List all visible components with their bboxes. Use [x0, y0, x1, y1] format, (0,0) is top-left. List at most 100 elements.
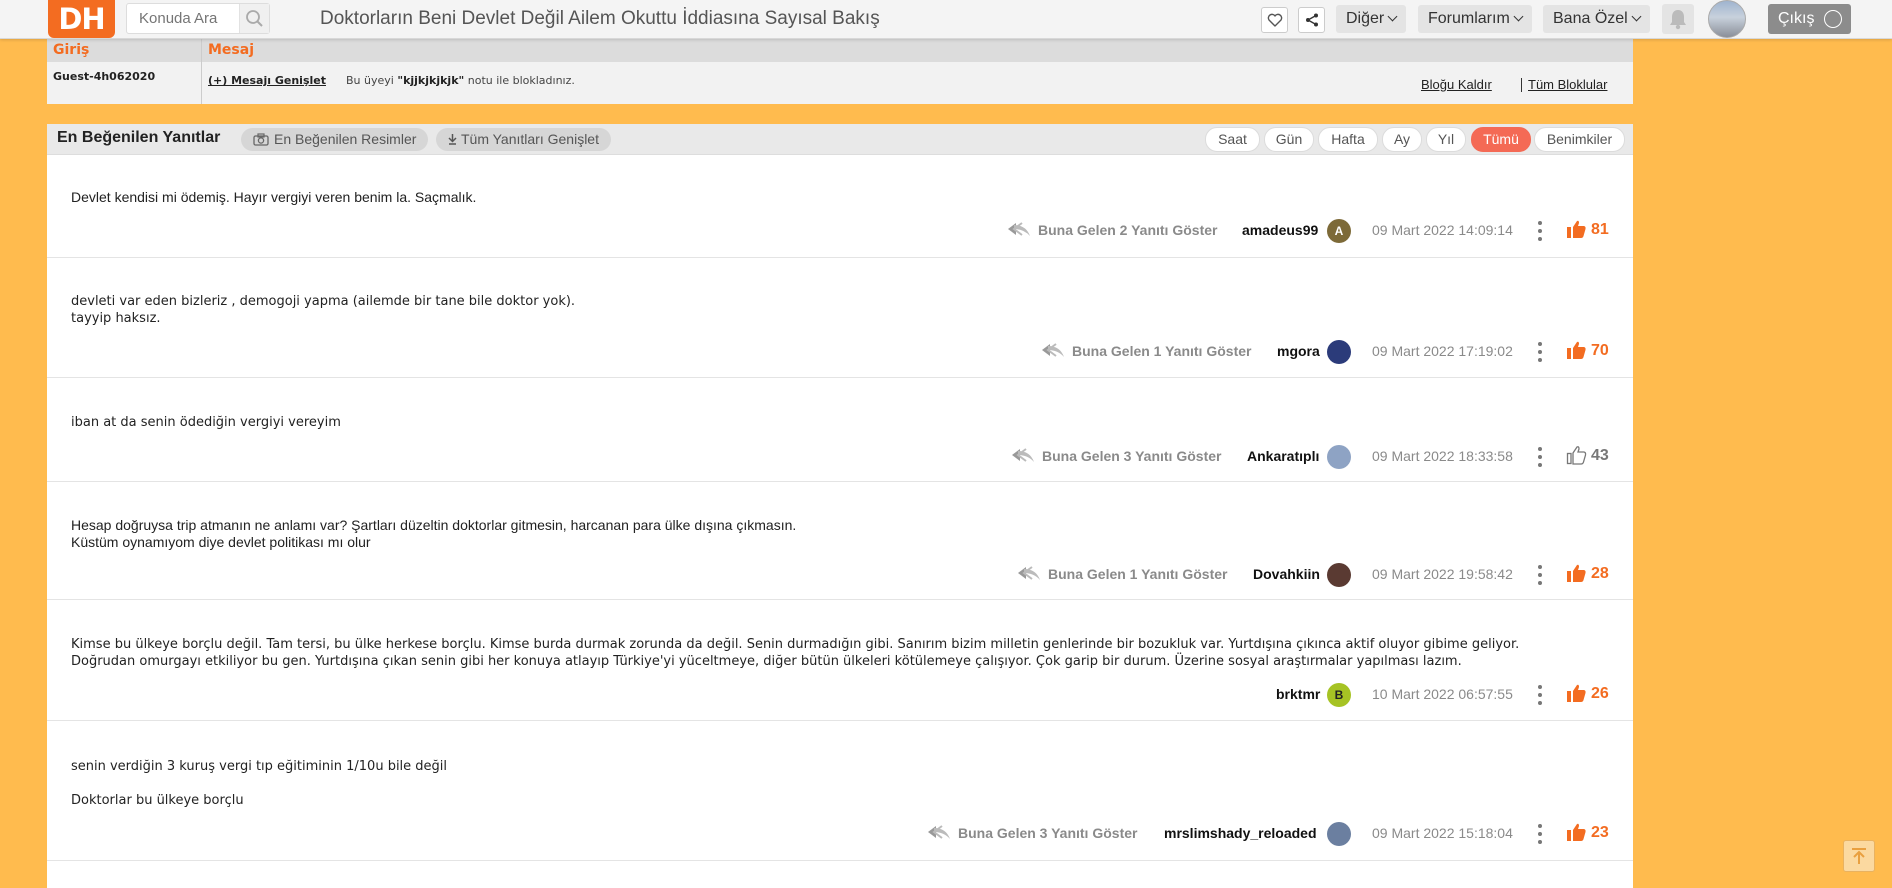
reply-avatar[interactable]: [1327, 445, 1351, 469]
filter-month[interactable]: Ay: [1382, 127, 1422, 152]
logout-button[interactable]: Çıkış: [1768, 4, 1851, 34]
reply-icon: [1008, 222, 1030, 236]
blocked-message-row: Giriş Mesaj Guest-4h062020 (+) Mesajı Ge…: [47, 39, 1633, 104]
bell-icon: [1670, 10, 1686, 30]
show-replies-label: Buna Gelen 2 Yanıtı Göster: [1038, 222, 1218, 238]
filter-week[interactable]: Hafta: [1318, 127, 1378, 152]
like-button[interactable]: 70: [1566, 341, 1609, 360]
like-button[interactable]: 26: [1566, 684, 1609, 703]
reply-username[interactable]: amadeus99: [1242, 222, 1318, 238]
reply-username[interactable]: Dovahkiin: [1253, 566, 1320, 582]
menu-other-label: Diğer: [1346, 10, 1385, 27]
reply-icon: [928, 825, 950, 839]
thumbs-up-icon: [1567, 684, 1586, 702]
kebab-icon[interactable]: [1538, 565, 1542, 585]
notice-suffix: notu ile blokladınız.: [467, 74, 575, 87]
reply-text: devleti var eden bizleriz , demogoji yap…: [71, 294, 576, 326]
blocked-notice: Bu üyeyi "kjjkjkjkjk" notu ile blokladın…: [346, 74, 575, 87]
search-button[interactable]: [239, 4, 269, 33]
show-replies-button[interactable]: Buna Gelen 1 Yanıtı Göster: [1016, 566, 1227, 582]
column-entry: Giriş: [53, 42, 90, 58]
reply-date: 10 Mart 2022 06:57:55: [1372, 686, 1513, 702]
show-replies-button[interactable]: Buna Gelen 1 Yanıtı Göster: [1040, 343, 1251, 359]
page-title: Doktorların Beni Devlet Değil Ailem Okut…: [320, 8, 880, 29]
unblock-link[interactable]: Bloğu Kaldır: [1421, 77, 1492, 92]
menu-my-forums[interactable]: Forumlarım: [1418, 5, 1532, 33]
favorite-button[interactable]: [1261, 7, 1288, 33]
filter-day[interactable]: Gün: [1264, 127, 1314, 152]
notifications-button[interactable]: [1662, 4, 1694, 34]
chevron-down-icon: [1387, 11, 1398, 22]
kebab-icon[interactable]: [1538, 447, 1542, 467]
scroll-top-icon: [1852, 848, 1866, 864]
camera-icon: [253, 133, 269, 146]
scroll-to-top-button[interactable]: [1843, 840, 1875, 872]
menu-my-forums-label: Forumlarım: [1428, 10, 1510, 27]
like-button[interactable]: 28: [1566, 564, 1609, 583]
menu-for-me-label: Bana Özel: [1553, 10, 1628, 27]
share-icon: [1305, 13, 1318, 27]
menu-for-me[interactable]: Bana Özel: [1543, 5, 1650, 33]
show-replies-button[interactable]: Buna Gelen 2 Yanıtı Göster: [1006, 222, 1217, 238]
reply-date: 09 Mart 2022 14:09:14: [1372, 222, 1513, 238]
like-button[interactable]: 81: [1566, 220, 1609, 239]
kebab-icon[interactable]: [1538, 342, 1542, 362]
reply-avatar[interactable]: B: [1327, 683, 1351, 707]
thumbs-up-icon: [1567, 564, 1586, 582]
download-icon: [448, 134, 457, 145]
chevron-down-icon: [1513, 11, 1524, 22]
reply-item: Kimse bu ülkeye borçlu değil. Tam tersi,…: [47, 600, 1633, 721]
expand-message-link[interactable]: (+) Mesajı Genişlet: [208, 74, 326, 87]
show-replies-button[interactable]: Buna Gelen 3 Yanıtı Göster: [1010, 448, 1221, 464]
filter-year[interactable]: Yıl: [1426, 127, 1466, 152]
reply-username[interactable]: Ankaratıplı: [1247, 448, 1319, 464]
like-button[interactable]: 23: [1566, 823, 1609, 842]
reply-date: 09 Mart 2022 19:58:42: [1372, 566, 1513, 582]
search-input[interactable]: [127, 4, 241, 33]
reply-item: senin verdiğin 3 kuruş vergi tıp eğitimi…: [47, 721, 1633, 861]
filter-mine[interactable]: Benimkiler: [1534, 127, 1625, 152]
column-divider: [201, 39, 202, 104]
blocked-header: Giriş Mesaj: [47, 39, 1633, 62]
reply-avatar[interactable]: [1327, 563, 1351, 587]
replies-header: En Beğenilen Yanıtlar En Beğenilen Resim…: [47, 124, 1633, 155]
filter-hour[interactable]: Saat: [1205, 127, 1260, 152]
expand-all-replies-button[interactable]: Tüm Yanıtları Genişlet: [436, 128, 611, 151]
site-logo[interactable]: DH: [48, 0, 115, 38]
most-liked-images-button[interactable]: En Beğenilen Resimler: [241, 128, 429, 151]
reply-item: Hesap doğruysa trip atmanın ne anlamı va…: [47, 482, 1633, 600]
reply-avatar[interactable]: [1327, 822, 1351, 846]
logout-icon: [1824, 10, 1842, 28]
reply-text: Devlet kendisi mi ödemiş. Hayır vergiyi …: [71, 189, 477, 205]
filter-all[interactable]: Tümü: [1471, 127, 1531, 152]
kebab-icon[interactable]: [1538, 824, 1542, 844]
reply-username[interactable]: mgora: [1277, 343, 1320, 359]
show-replies-button[interactable]: Buna Gelen 3 Yanıtı Göster: [926, 825, 1137, 841]
reply-username[interactable]: mrslimshady_reloaded: [1164, 825, 1317, 841]
reply-item: Devlet kendisi mi ödemiş. Hayır vergiyi …: [47, 155, 1633, 258]
menu-other[interactable]: Diğer: [1336, 5, 1407, 33]
kebab-icon[interactable]: [1538, 221, 1542, 241]
user-avatar[interactable]: [1708, 0, 1746, 38]
top-bar: DH Doktorların Beni Devlet Değil Ailem O…: [0, 0, 1892, 39]
all-blocked-link[interactable]: Tüm Bloklular: [1528, 77, 1607, 92]
share-button[interactable]: [1298, 7, 1325, 33]
reply-date: 09 Mart 2022 18:33:58: [1372, 448, 1513, 464]
show-replies-label: Buna Gelen 3 Yanıtı Göster: [1042, 448, 1222, 464]
thumbs-up-icon: [1566, 446, 1587, 465]
reply-item: iban at da senin ödediğin vergiyi vereyi…: [47, 378, 1633, 482]
reply-avatar[interactable]: A: [1327, 219, 1351, 243]
reply-item: devleti var eden bizleriz , demogoji yap…: [47, 258, 1633, 378]
search-icon: [246, 10, 263, 27]
most-liked-replies: En Beğenilen Yanıtlar En Beğenilen Resim…: [47, 124, 1633, 888]
reply-text: iban at da senin ödediğin vergiyi vereyi…: [71, 415, 341, 430]
reply-icon: [1018, 566, 1040, 580]
reply-avatar[interactable]: [1327, 340, 1351, 364]
reply-icon: [1042, 343, 1064, 357]
link-separator: [1521, 78, 1522, 92]
reply-username[interactable]: brktmr: [1276, 686, 1320, 702]
like-button[interactable]: 43: [1566, 446, 1609, 465]
blocked-username: Guest-4h062020: [53, 70, 156, 83]
chevron-down-icon: [1631, 11, 1642, 22]
kebab-icon[interactable]: [1538, 685, 1542, 705]
